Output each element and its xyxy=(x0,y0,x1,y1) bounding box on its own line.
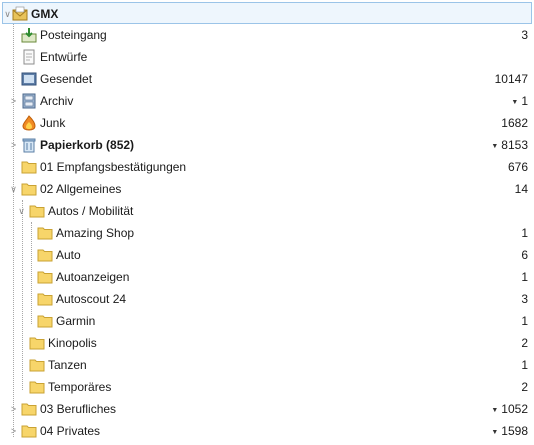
message-count: 10147 xyxy=(494,72,528,86)
folder-icon xyxy=(37,293,53,306)
folder-icon xyxy=(29,359,45,372)
message-count: ▼ 1598 xyxy=(491,424,528,438)
folder-row-posteingang[interactable]: Posteingang 3 xyxy=(0,24,534,46)
message-count: 2 xyxy=(521,336,528,350)
folder-icon xyxy=(29,205,45,218)
expand-chevron-icon[interactable]: > xyxy=(9,95,18,107)
folder-label: Junk xyxy=(40,116,66,130)
folder-label: Auto xyxy=(56,248,81,262)
folder-label: Gesendet xyxy=(40,72,93,86)
message-count: 1 xyxy=(521,270,528,284)
expand-chevron-icon[interactable]: ∨ xyxy=(9,183,18,195)
collapsed-count-triangle-icon: ▼ xyxy=(491,429,499,436)
message-count: 1 xyxy=(521,314,528,328)
folder-row-junk[interactable]: Junk 1682 xyxy=(0,112,534,134)
folder-label: Posteingang xyxy=(40,28,107,42)
account-row[interactable]: ∨ GMX xyxy=(2,2,532,24)
message-count: 2 xyxy=(521,380,528,394)
folder-row-papierkorb[interactable]: > Papierkorb (852) ▼ 8153 xyxy=(0,134,534,156)
folder-label: Autoscout 24 xyxy=(56,292,127,306)
expand-chevron-icon[interactable]: > xyxy=(9,425,18,437)
folder-row-tanzen[interactable]: Tanzen 1 xyxy=(0,354,534,376)
message-count: 676 xyxy=(507,160,528,174)
folder-row-temporaeres[interactable]: Temporäres 2 xyxy=(0,376,534,398)
folder-label: Amazing Shop xyxy=(56,226,135,240)
folder-icon xyxy=(29,381,45,394)
folder-tree: ∨ GMX Posteingang 3 Entwürfe Gesendet 10… xyxy=(0,0,534,445)
folder-row-03-berufliches[interactable]: > 03 Berufliches ▼ 1052 xyxy=(0,398,534,420)
folder-row-autos-mobilitaet[interactable]: ∨ Autos / Mobilität xyxy=(0,200,534,222)
folder-icon xyxy=(29,337,45,350)
folder-row-02-allgemeines[interactable]: ∨ 02 Allgemeines 14 xyxy=(0,178,534,200)
message-count: 14 xyxy=(514,182,528,196)
archive-icon xyxy=(22,93,36,109)
collapsed-count-triangle-icon: ▼ xyxy=(491,407,499,414)
folder-row-auto[interactable]: Auto 6 xyxy=(0,244,534,266)
folder-row-04-privates[interactable]: > 04 Privates ▼ 1598 xyxy=(0,420,534,442)
expand-chevron-icon[interactable]: ∨ xyxy=(17,205,26,217)
junk-icon xyxy=(22,115,36,131)
folder-label: 03 Berufliches xyxy=(40,402,117,416)
folder-icon xyxy=(21,183,37,196)
expand-chevron-icon[interactable]: ∨ xyxy=(3,8,12,20)
account-mail-icon xyxy=(12,6,28,21)
folder-row-amazing-shop[interactable]: Amazing Shop 1 xyxy=(0,222,534,244)
folder-label: Entwürfe xyxy=(40,50,88,64)
folder-label: Autoanzeigen xyxy=(56,270,130,284)
message-count: 6 xyxy=(521,248,528,262)
folder-label: Archiv xyxy=(40,94,74,108)
folder-row-archiv[interactable]: > Archiv ▼ 1 xyxy=(0,90,534,112)
expand-chevron-icon[interactable]: > xyxy=(9,403,18,415)
folder-row-01-empfangsbestaetigungen[interactable]: 01 Empfangsbestätigungen 676 xyxy=(0,156,534,178)
folder-icon xyxy=(37,249,53,262)
drafts-icon xyxy=(23,49,35,65)
folder-label: Autos / Mobilität xyxy=(48,204,134,218)
folder-label: Tanzen xyxy=(48,358,87,372)
folder-label: Kinopolis xyxy=(48,336,97,350)
message-count: 1 xyxy=(521,358,528,372)
folder-row-garmin[interactable]: Garmin 1 xyxy=(0,310,534,332)
sent-icon xyxy=(21,72,37,86)
folder-row-autoanzeigen[interactable]: Autoanzeigen 1 xyxy=(0,266,534,288)
collapsed-count-triangle-icon: ▼ xyxy=(511,99,519,106)
folder-icon xyxy=(21,425,37,438)
message-count: 3 xyxy=(521,292,528,306)
folder-icon xyxy=(37,227,53,240)
folder-row-gesendet[interactable]: Gesendet 10147 xyxy=(0,68,534,90)
folder-label: 01 Empfangsbestätigungen xyxy=(40,160,187,174)
folder-label: Papierkorb (852) xyxy=(40,138,135,152)
folder-label: Temporäres xyxy=(48,380,112,394)
folder-icon xyxy=(37,315,53,328)
folder-label: 04 Privates xyxy=(40,424,101,438)
folder-icon xyxy=(21,161,37,174)
account-name: GMX xyxy=(31,7,59,21)
collapsed-count-triangle-icon: ▼ xyxy=(491,143,499,150)
message-count: 3 xyxy=(521,28,528,42)
message-count: 1 xyxy=(521,226,528,240)
folder-icon xyxy=(37,271,53,284)
folder-row-kinopolis[interactable]: Kinopolis 2 xyxy=(0,332,534,354)
inbox-icon xyxy=(21,28,37,43)
message-count: 1682 xyxy=(501,116,528,130)
trash-icon xyxy=(22,138,36,153)
folder-label: Garmin xyxy=(56,314,96,328)
folder-row-entwuerfe[interactable]: Entwürfe xyxy=(0,46,534,68)
folder-icon xyxy=(21,403,37,416)
folder-label: 02 Allgemeines xyxy=(40,182,122,196)
folder-row-autoscout-24[interactable]: Autoscout 24 3 xyxy=(0,288,534,310)
expand-chevron-icon[interactable]: > xyxy=(9,139,18,151)
